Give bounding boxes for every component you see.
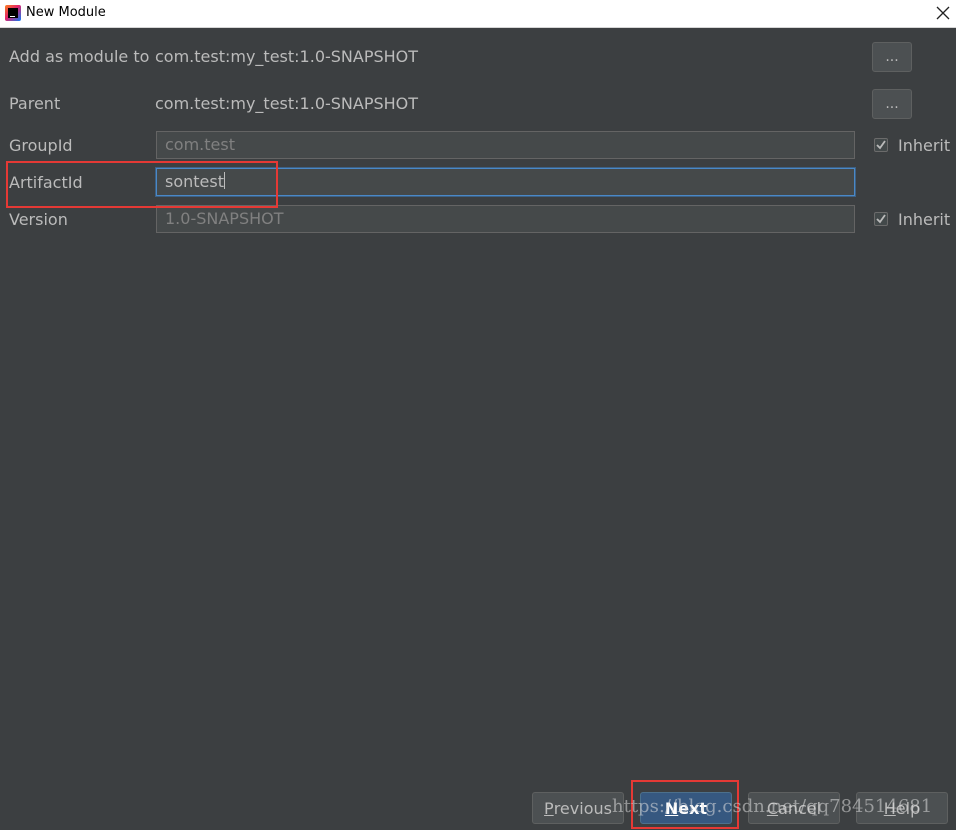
intellij-idea-icon: [5, 5, 21, 21]
add-as-module-label: Add as module to: [9, 47, 150, 66]
group-id-inherit-label: Inherit: [898, 135, 951, 155]
close-icon[interactable]: [930, 0, 956, 26]
version-value: 1.0-SNAPSHOT: [165, 209, 284, 228]
parent-value: com.test:my_test:1.0-SNAPSHOT: [155, 94, 419, 113]
cancel-mnemonic: C: [766, 798, 779, 818]
parent-label: Parent: [9, 94, 61, 113]
help-button[interactable]: Help: [856, 792, 948, 824]
version-label: Version: [9, 210, 68, 229]
cancel-button[interactable]: Cancel: [748, 792, 840, 824]
version-field[interactable]: 1.0-SNAPSHOT: [156, 205, 855, 233]
group-id-label: GroupId: [9, 136, 73, 155]
help-mnemonic: H: [883, 798, 896, 818]
version-inherit-label: Inherit: [898, 209, 951, 229]
help-label: elp: [895, 798, 921, 818]
next-mnemonic: N: [664, 798, 679, 818]
previous-label: revious: [553, 798, 612, 818]
previous-button[interactable]: Previous: [532, 792, 624, 824]
version-inherit-checkbox[interactable]: [874, 212, 888, 226]
group-id-inherit-checkbox[interactable]: [874, 138, 888, 152]
next-button[interactable]: Next: [640, 792, 732, 824]
add-as-module-browse-button[interactable]: ...: [872, 42, 912, 72]
group-id-value: com.test: [165, 135, 235, 154]
previous-mnemonic: P: [544, 798, 554, 818]
cancel-label: ancel: [778, 798, 822, 818]
version-inherit-toggle[interactable]: Inherit: [874, 208, 950, 230]
title-bar: New Module: [0, 0, 956, 28]
group-id-inherit-toggle[interactable]: Inherit: [874, 134, 950, 156]
next-label: ext: [678, 798, 708, 818]
artifact-id-highlight: [6, 161, 278, 208]
parent-browse-button[interactable]: ...: [872, 89, 912, 119]
group-id-field[interactable]: com.test: [156, 131, 855, 159]
add-as-module-value: com.test:my_test:1.0-SNAPSHOT: [155, 47, 419, 66]
window-title: New Module: [26, 5, 106, 20]
